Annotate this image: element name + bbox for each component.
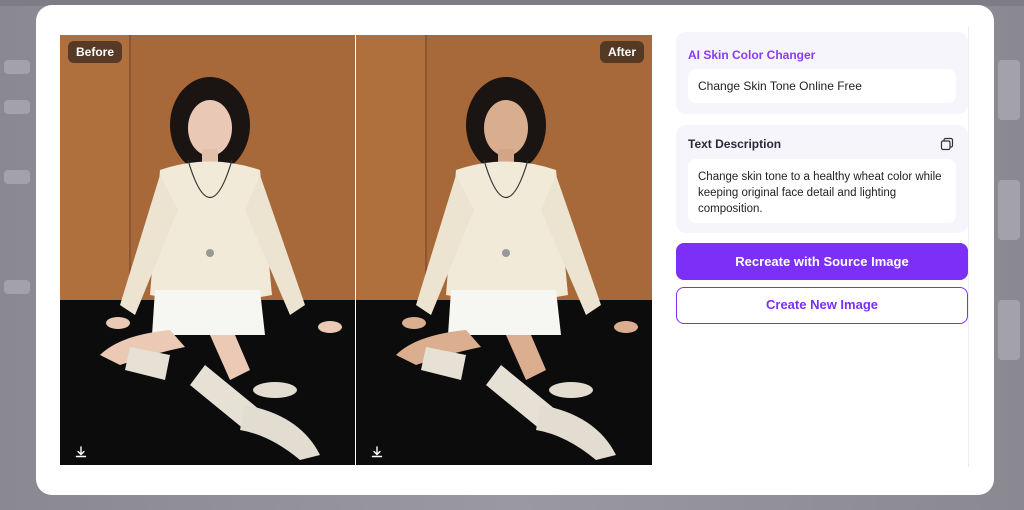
recreate-with-source-button[interactable]: Recreate with Source Image <box>676 243 968 280</box>
panel-scrollbar-track[interactable] <box>968 27 969 467</box>
backdrop-item <box>4 60 30 74</box>
result-modal: Before After AI Skin Color Changer Chang… <box>36 5 994 495</box>
before-photo-graphic <box>60 35 355 465</box>
details-panel: AI Skin Color Changer Change Skin Tone O… <box>676 27 968 467</box>
description-title: Text Description <box>688 137 782 151</box>
tool-title: AI Skin Color Changer <box>688 48 816 62</box>
description-text: Change skin tone to a healthy wheat colo… <box>688 159 956 223</box>
download-icon[interactable] <box>74 445 88 459</box>
backdrop-item <box>4 170 30 184</box>
after-photo-graphic <box>356 35 652 465</box>
backdrop-item <box>998 60 1020 120</box>
copy-icon[interactable] <box>940 137 954 151</box>
backdrop-item <box>998 180 1020 240</box>
backdrop-item <box>4 100 30 114</box>
backdrop-item <box>4 280 30 294</box>
description-card: Text Description Change skin tone to a h… <box>676 125 968 233</box>
create-new-image-button[interactable]: Create New Image <box>676 287 968 324</box>
before-image: Before <box>60 35 355 465</box>
backdrop-item <box>998 300 1020 360</box>
tool-name-field: Change Skin Tone Online Free <box>688 69 956 103</box>
after-image: After <box>356 35 652 465</box>
before-after-compare[interactable]: Before After <box>60 35 652 465</box>
after-label: After <box>599 41 644 63</box>
download-icon[interactable] <box>370 445 384 459</box>
before-label: Before <box>68 41 123 63</box>
tool-card: AI Skin Color Changer Change Skin Tone O… <box>676 32 968 114</box>
